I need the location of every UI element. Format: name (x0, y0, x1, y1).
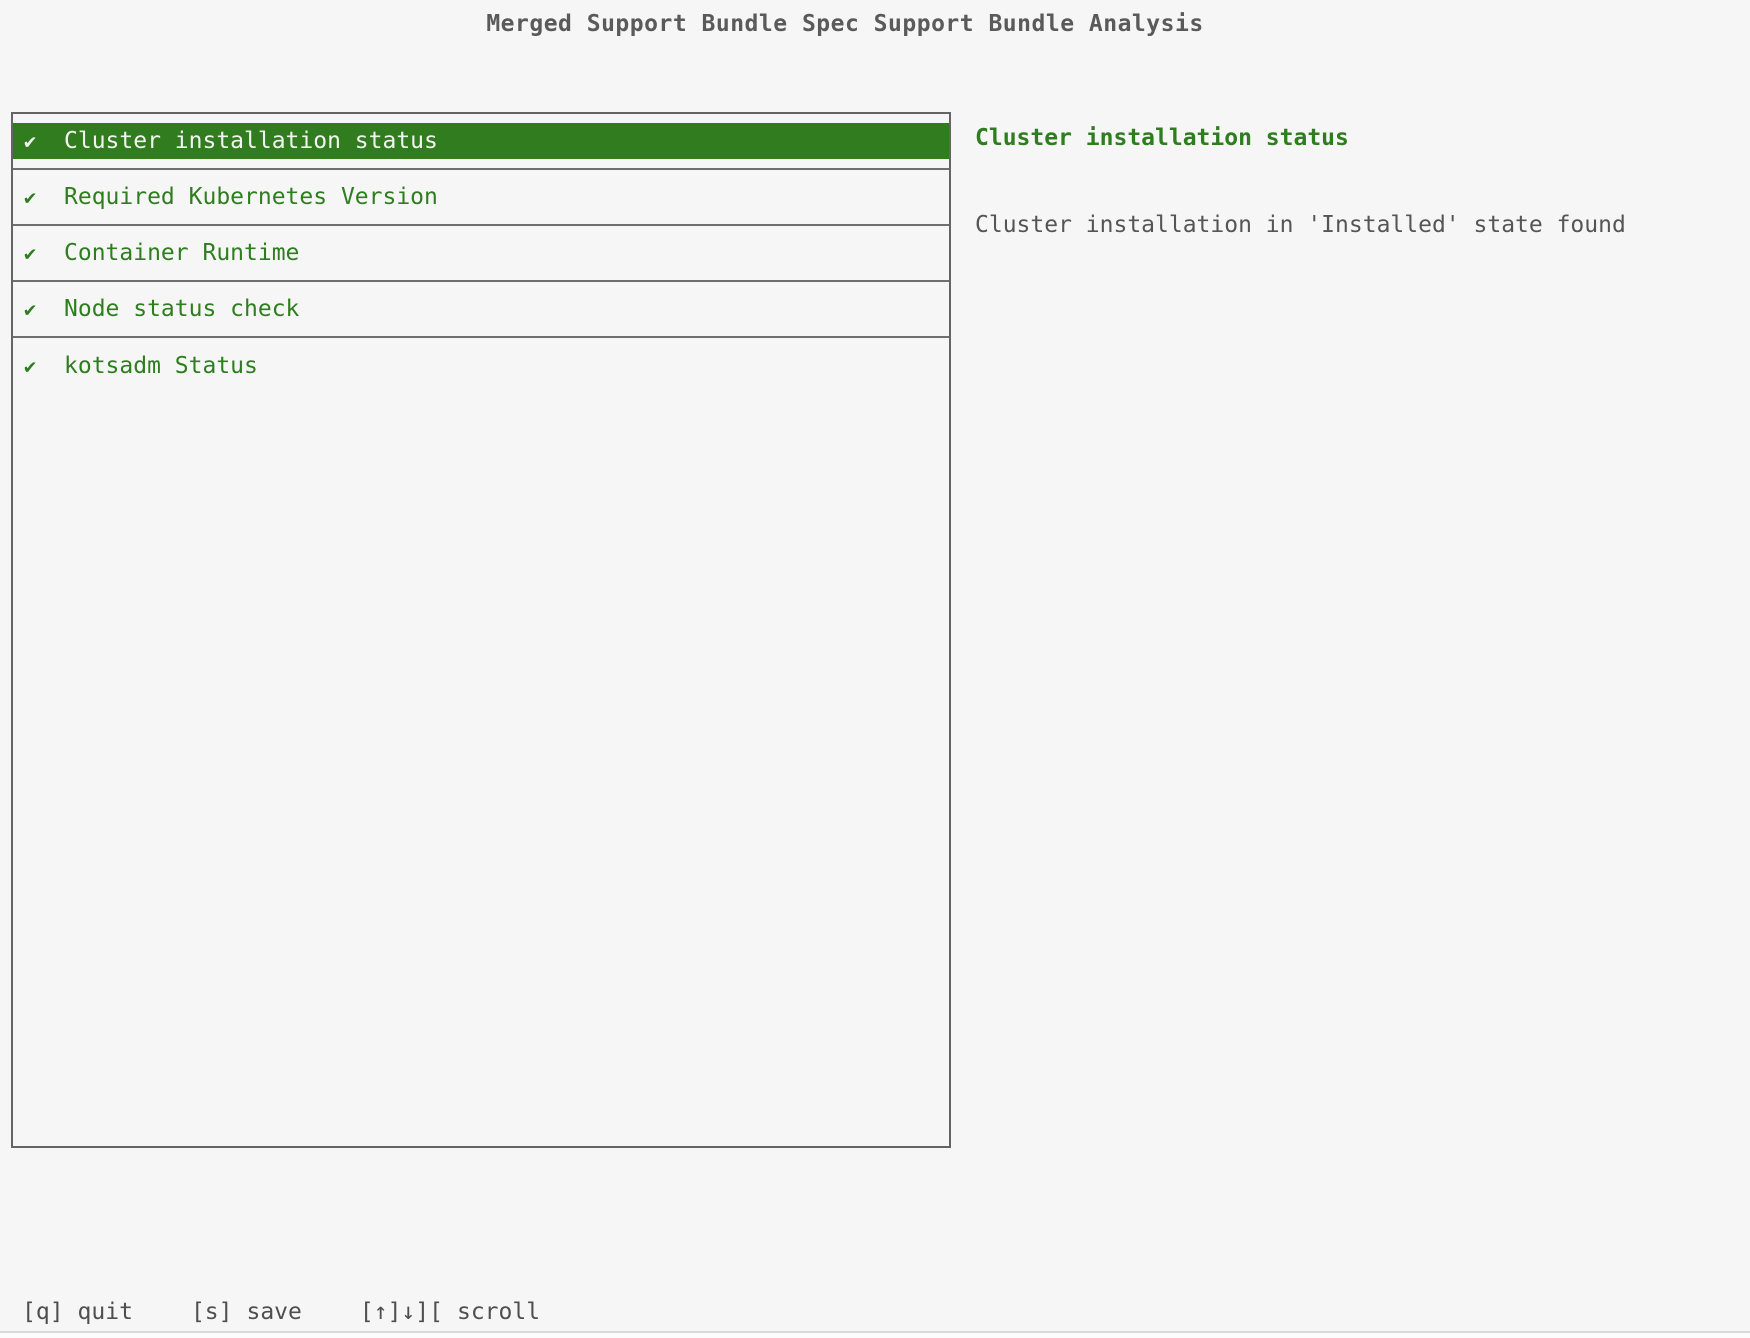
detail-title: Cluster installation status (975, 124, 1715, 152)
analyzer-item-band: ✔ Container Runtime (13, 235, 949, 271)
footer-hint-quit: [q] quit (22, 1299, 133, 1325)
analyzer-item-label: Node status check (64, 296, 299, 322)
check-icon: ✔ (24, 187, 40, 207)
check-icon: ✔ (24, 356, 40, 376)
analyzer-list[interactable]: ✔ Cluster installation status ✔ Required… (11, 112, 951, 1148)
analyzer-item-label: Required Kubernetes Version (64, 184, 438, 210)
analyzer-item-label: Cluster installation status (64, 128, 438, 154)
check-icon: ✔ (24, 131, 40, 151)
analyzer-item-label: Container Runtime (64, 240, 299, 266)
app-title: Merged Support Bundle Spec Support Bundl… (0, 11, 1690, 37)
check-icon: ✔ (24, 299, 40, 319)
analyzer-item-node-status-check[interactable]: ✔ Node status check (13, 282, 949, 338)
footer-hint-scroll: [↑]↓][ scroll (360, 1299, 540, 1325)
footer-key-hints: [q] quit [s] save [↑]↓][ scroll (22, 1299, 540, 1325)
footer-hint-scroll-key: [↑]↓][ (360, 1299, 443, 1325)
detail-message: Cluster installation in 'Installed' stat… (975, 211, 1715, 239)
analyzer-item-label: kotsadm Status (64, 353, 258, 379)
check-icon: ✔ (24, 243, 40, 263)
analyzer-item-container-runtime[interactable]: ✔ Container Runtime (13, 226, 949, 282)
footer-hint-scroll-label: scroll (457, 1299, 540, 1325)
footer-hint-quit-key: [q] (22, 1299, 64, 1325)
footer-hint-quit-label: quit (78, 1299, 133, 1325)
analyzer-item-kotsadm-status[interactable]: ✔ kotsadm Status (13, 338, 949, 394)
window-bottom-edge (0, 1331, 1750, 1338)
footer-hint-save-label: save (246, 1299, 301, 1325)
detail-panel: Cluster installation status Cluster inst… (975, 124, 1715, 239)
analyzer-item-band: ✔ Required Kubernetes Version (13, 179, 949, 215)
analyzer-item-band: ✔ Cluster installation status (13, 123, 949, 159)
analyzer-item-cluster-installation-status[interactable]: ✔ Cluster installation status (13, 114, 949, 170)
footer-hint-save-key: [s] (191, 1299, 233, 1325)
analyzer-item-band: ✔ Node status check (13, 291, 949, 327)
footer-hint-save: [s] save (191, 1299, 302, 1325)
analyzer-item-required-kubernetes-version[interactable]: ✔ Required Kubernetes Version (13, 170, 949, 226)
analyzer-item-band: ✔ kotsadm Status (13, 348, 949, 384)
